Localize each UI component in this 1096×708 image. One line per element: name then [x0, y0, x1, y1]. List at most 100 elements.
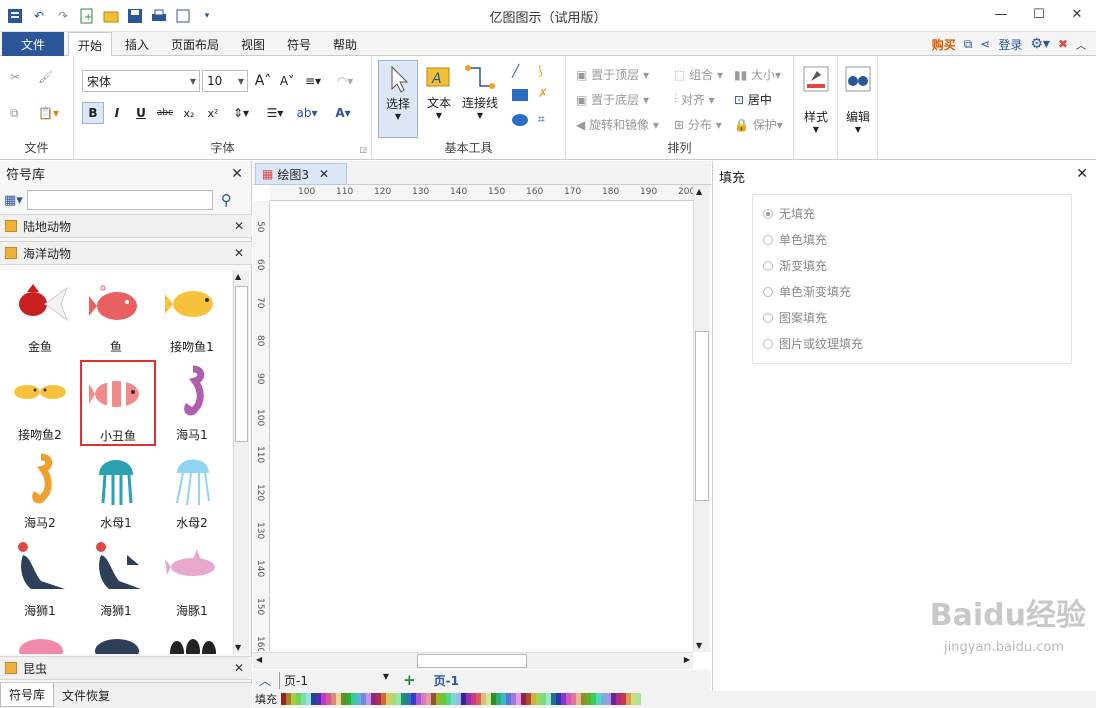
- scroll-up-icon[interactable]: ▲: [696, 187, 702, 196]
- color-swatches[interactable]: [281, 693, 641, 705]
- drawing-canvas[interactable]: [271, 202, 693, 652]
- radio-button[interactable]: [763, 312, 773, 323]
- library-scrollbar[interactable]: ▲ ▼: [233, 270, 249, 654]
- collapse-ribbon-icon[interactable]: ︿: [1076, 37, 1086, 52]
- search-icon[interactable]: ⚲: [221, 191, 232, 209]
- indent-icon[interactable]: ⇕▾: [230, 102, 252, 124]
- radio-button[interactable]: [763, 338, 773, 349]
- category-land-animals[interactable]: 陆地动物 ✕: [0, 214, 252, 238]
- symbol-kissing-fish-1[interactable]: 接吻鱼1: [154, 272, 230, 358]
- symbol-jellyfish-1[interactable]: 水母1: [78, 448, 154, 534]
- copy-icon[interactable]: ⧉: [10, 106, 19, 121]
- subscript-button[interactable]: x₂: [178, 102, 200, 124]
- buy-link[interactable]: 购买: [932, 36, 956, 53]
- tab-file-recovery[interactable]: 文件恢复: [54, 683, 118, 707]
- document-tab[interactable]: ▦ 绘图3 ✕: [255, 163, 347, 185]
- gear-icon[interactable]: ⚙▾: [1030, 36, 1050, 52]
- protect-button[interactable]: 🔒 保护 ▾: [734, 116, 783, 133]
- radio-button[interactable]: [763, 208, 773, 219]
- fill-option[interactable]: 渐变填充: [763, 257, 827, 274]
- color-swatch[interactable]: [636, 693, 641, 705]
- paste-icon[interactable]: 📋▾: [38, 106, 59, 120]
- customize-qat-icon[interactable]: ▾: [198, 7, 216, 25]
- ellipse-icon[interactable]: [512, 114, 528, 126]
- close-icon[interactable]: ✕: [1076, 166, 1088, 182]
- rectangle-icon[interactable]: [512, 89, 528, 101]
- send-back-button[interactable]: ▣ 置于底层 ▾: [576, 91, 649, 108]
- symbol-sea-lion-2[interactable]: 海狮1: [78, 536, 154, 622]
- scroll-thumb[interactable]: [235, 286, 248, 442]
- undo-icon[interactable]: ↶: [30, 7, 48, 25]
- font-color-icon[interactable]: A▾: [332, 102, 354, 124]
- tab-symbol[interactable]: 符号: [278, 32, 320, 56]
- dialog-launcher-icon[interactable]: ◲: [359, 145, 367, 154]
- redo-icon[interactable]: ↷: [54, 7, 72, 25]
- scroll-thumb[interactable]: [417, 654, 527, 668]
- close-icon[interactable]: ✕: [319, 167, 329, 181]
- radio-button[interactable]: [763, 286, 773, 297]
- tab-page-layout[interactable]: 页面布局: [162, 32, 228, 56]
- close-icon[interactable]: ✕: [234, 661, 244, 675]
- strikethrough-button[interactable]: abc: [154, 102, 176, 124]
- login-link[interactable]: 登录: [998, 36, 1022, 53]
- superscript-button[interactable]: x²: [202, 102, 224, 124]
- arc-icon[interactable]: ⟆: [538, 64, 543, 78]
- canvas-horizontal-scrollbar[interactable]: ◀ ▶: [253, 652, 693, 669]
- scroll-down-icon[interactable]: ▼: [235, 643, 241, 652]
- line-icon[interactable]: ╱: [512, 64, 519, 78]
- canvas-vertical-scrollbar[interactable]: ▲ ▼: [693, 185, 710, 652]
- bullets-icon[interactable]: ☰▾: [264, 102, 286, 124]
- category-insects[interactable]: 昆虫 ✕: [0, 656, 252, 680]
- library-menu-icon[interactable]: ▦▾: [4, 193, 23, 208]
- paragraph-icon[interactable]: ≡▾: [302, 70, 324, 92]
- add-page-icon[interactable]: +: [403, 671, 416, 689]
- export-icon[interactable]: [174, 7, 192, 25]
- save-icon[interactable]: [126, 7, 144, 25]
- format-painter-icon[interactable]: 🖌: [38, 70, 53, 84]
- symbol-clownfish[interactable]: 小丑鱼: [80, 360, 156, 446]
- fill-option[interactable]: 无填充: [763, 205, 815, 222]
- maximize-button[interactable]: ☐: [1020, 0, 1058, 28]
- share-icon[interactable]: ⧉: [964, 37, 973, 52]
- rotate-mirror-button[interactable]: ◀ 旋转和镜像 ▾: [576, 116, 659, 133]
- scroll-right-icon[interactable]: ▶: [684, 655, 690, 664]
- fill-option[interactable]: 单色渐变填充: [763, 283, 851, 300]
- bold-button[interactable]: B: [82, 102, 104, 124]
- symbol-sea-lion-1[interactable]: 海狮1: [2, 536, 78, 622]
- scroll-down-icon[interactable]: ▼: [696, 641, 702, 650]
- text-highlight-icon[interactable]: ab▾: [296, 102, 318, 124]
- style-button[interactable]: 样式 ▼: [800, 66, 832, 134]
- symbol-seahorse-1[interactable]: 海马1: [154, 360, 230, 446]
- symbol-dolphin-1[interactable]: 海豚1: [154, 536, 230, 622]
- scroll-up-icon[interactable]: ▲: [235, 272, 241, 281]
- tab-help[interactable]: 帮助: [324, 32, 366, 56]
- crop-icon[interactable]: ⌗: [538, 112, 545, 127]
- font-size-combo[interactable]: 10 ▼: [202, 70, 248, 92]
- fill-option[interactable]: 图案填充: [763, 309, 827, 326]
- chevron-up-icon[interactable]: ︿: [259, 672, 271, 689]
- size-button[interactable]: ▮▮ 大小 ▾: [734, 66, 781, 83]
- close-icon[interactable]: ✕: [234, 219, 244, 233]
- radio-button[interactable]: [763, 260, 773, 271]
- symbol-jellyfish-2[interactable]: 水母2: [154, 448, 230, 534]
- italic-button[interactable]: I: [106, 102, 128, 124]
- scroll-thumb[interactable]: [695, 331, 709, 501]
- tab-home[interactable]: 开始: [68, 32, 112, 57]
- text-button[interactable]: A 文本 ▼: [420, 64, 458, 138]
- underline-button[interactable]: U: [130, 102, 152, 124]
- minimize-button[interactable]: —: [982, 0, 1020, 28]
- center-button[interactable]: ⊡ 居中: [734, 91, 772, 108]
- symbol-pink-dolphin[interactable]: [2, 624, 78, 654]
- tab-symbol-library[interactable]: 符号库: [0, 683, 55, 707]
- shrink-font-icon[interactable]: A˅: [276, 70, 298, 92]
- new-icon[interactable]: +: [78, 7, 96, 25]
- distribute-button[interactable]: ⊞ 分布 ▾: [674, 116, 722, 133]
- close-icon[interactable]: ✕: [231, 166, 243, 182]
- scroll-left-icon[interactable]: ◀: [256, 655, 262, 664]
- close-icon[interactable]: ✕: [234, 246, 244, 260]
- close-button[interactable]: ✕: [1058, 0, 1096, 28]
- search-input[interactable]: [26, 190, 213, 210]
- bring-front-button[interactable]: ▣ 置于顶层 ▾: [576, 66, 649, 83]
- fill-option[interactable]: 图片或纹理填充: [763, 335, 863, 352]
- page-tab[interactable]: 页-1: [434, 672, 459, 689]
